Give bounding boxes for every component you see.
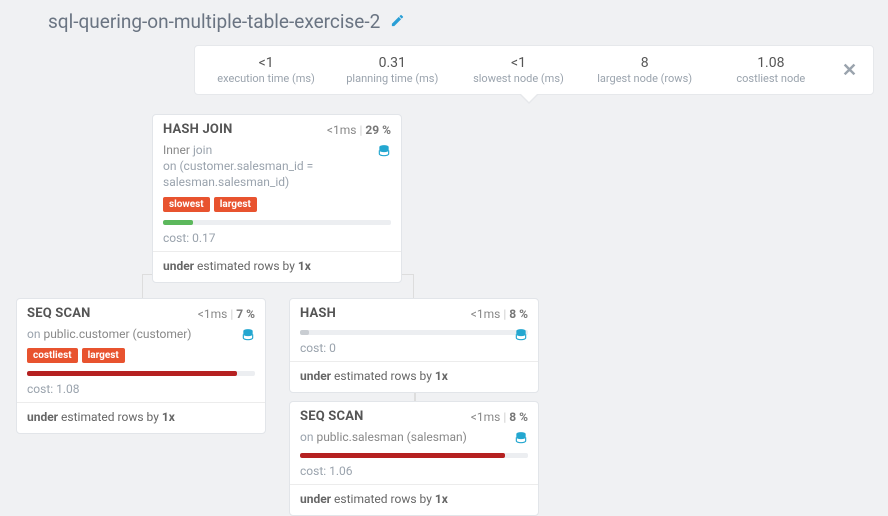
tag-largest: largest: [82, 348, 125, 363]
database-icon[interactable]: [514, 431, 528, 449]
tag-costliest: costliest: [27, 348, 78, 363]
tag-largest: largest: [214, 197, 257, 212]
metric-costliest-node: 1.08 costliest node: [708, 55, 834, 85]
node-hash-join[interactable]: HASH JOIN <1ms|29 % Inner join on (custo…: [152, 114, 402, 283]
node-hash[interactable]: HASH <1ms|8 % cost: 0 under estimated ro…: [289, 298, 539, 393]
bar-track: [300, 453, 528, 458]
metric-slowest-node: <1 slowest node (ms): [455, 55, 581, 85]
bar-track: [163, 220, 391, 225]
close-icon[interactable]: ✕: [834, 60, 865, 81]
bar-track: [27, 371, 255, 376]
summary-bar: <1 execution time (ms) 0.31 planning tim…: [194, 45, 874, 95]
database-icon[interactable]: [241, 328, 255, 346]
node-title: SEQ SCAN: [300, 409, 364, 424]
metric-execution-time: <1 execution time (ms): [203, 55, 329, 85]
node-seq-scan-salesman[interactable]: SEQ SCAN <1ms|8 % on public.salesman (sa…: [289, 401, 539, 516]
title-text: sql-quering-on-multiple-table-exercise-2: [48, 10, 380, 33]
node-title: SEQ SCAN: [27, 306, 91, 321]
tag-slowest: slowest: [163, 197, 210, 212]
node-seq-scan-customer[interactable]: SEQ SCAN <1ms|7 % on public.customer (cu…: [16, 298, 266, 434]
node-title: HASH JOIN: [163, 122, 232, 137]
metric-planning-time: 0.31 planning time (ms): [329, 55, 455, 85]
database-icon[interactable]: [377, 144, 391, 162]
database-icon[interactable]: [514, 328, 528, 346]
edit-icon[interactable]: [390, 10, 405, 33]
node-title: HASH: [300, 306, 336, 321]
metric-largest-node: 8 largest node (rows): [582, 55, 708, 85]
page-title: sql-quering-on-multiple-table-exercise-2: [48, 10, 405, 33]
